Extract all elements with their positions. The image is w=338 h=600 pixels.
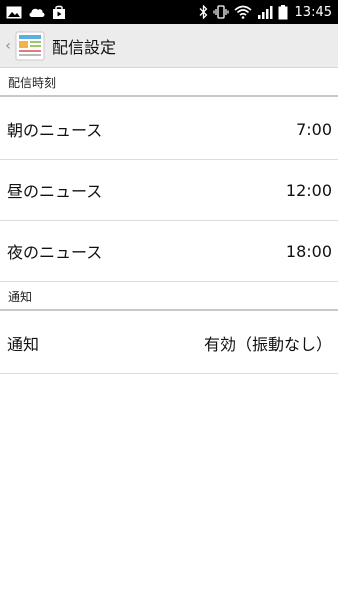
news-app-icon[interactable] (15, 31, 45, 61)
vibrate-icon (212, 5, 229, 19)
setting-label: 夜のニュース (7, 243, 103, 262)
page-title: 配信設定 (52, 37, 117, 57)
setting-label: 昼のニュース (7, 182, 103, 201)
setting-row-notification[interactable]: 通知 有効（振動なし） (0, 313, 338, 374)
bluetooth-icon (199, 5, 208, 19)
wifi-icon (234, 5, 252, 19)
shopping-bag-icon (52, 5, 66, 19)
setting-row-morning-news[interactable]: 朝のニュース 7:00 (0, 99, 338, 160)
status-bar: 13:45 (0, 0, 338, 24)
section-header-notification: 通知 (0, 283, 338, 311)
battery-icon (278, 4, 288, 20)
setting-value: 12:00 (285, 180, 332, 200)
status-right-icons: 13:45 (199, 4, 332, 20)
cellular-signal-icon (257, 5, 273, 19)
status-time: 13:45 (294, 4, 332, 20)
back-icon[interactable]: ‹ (2, 38, 14, 54)
image-icon (6, 6, 22, 19)
setting-label: 朝のニュース (7, 121, 103, 140)
cloud-icon (28, 6, 46, 18)
setting-value: 7:00 (296, 119, 332, 139)
section-header-delivery-time: 配信時刻 (0, 69, 338, 97)
setting-label: 通知 (7, 335, 40, 354)
status-left-icons (6, 5, 66, 19)
setting-row-noon-news[interactable]: 昼のニュース 12:00 (0, 160, 338, 221)
action-bar: ‹ 配信設定 (0, 24, 338, 68)
setting-value: 有効（振動なし） (203, 335, 332, 354)
setting-row-night-news[interactable]: 夜のニュース 18:00 (0, 221, 338, 282)
setting-value: 18:00 (285, 241, 332, 261)
